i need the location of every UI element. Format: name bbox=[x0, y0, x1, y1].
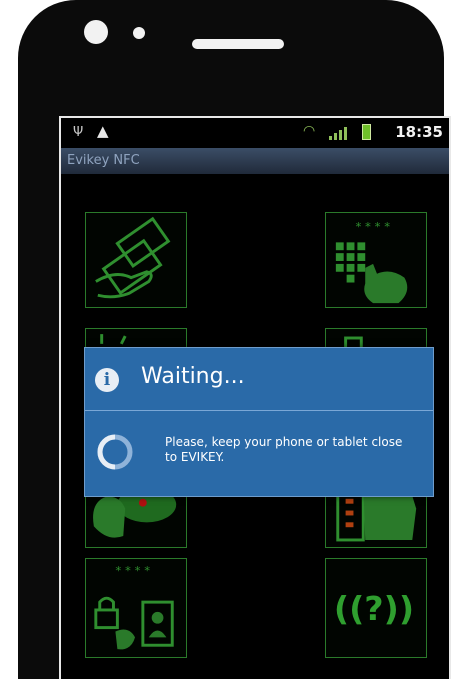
tile-keypad[interactable]: * * * * bbox=[325, 212, 427, 308]
phone-frame: Ψ ▲ ◠ 18:35 Evikey NFC * * * * * * * * (… bbox=[18, 0, 451, 679]
card-tap-icon bbox=[95, 216, 171, 299]
app-title: Evikey NFC bbox=[67, 153, 140, 168]
tile-user-access[interactable]: * * * * bbox=[85, 558, 187, 658]
tile-nfc-help[interactable]: ((?)) bbox=[325, 558, 427, 658]
keypad-icon: * * * * bbox=[335, 220, 408, 304]
dialog-header: i Waiting... bbox=[85, 348, 433, 411]
waiting-dialog: i Waiting... Please, keep your phone or … bbox=[84, 347, 434, 497]
svg-text:((?)): ((?)) bbox=[334, 589, 414, 628]
proximity-sensor bbox=[133, 27, 145, 39]
earpiece-speaker bbox=[192, 39, 284, 49]
dialog-message: Please, keep your phone or tablet close … bbox=[165, 435, 403, 464]
status-time: 18:35 bbox=[395, 123, 443, 141]
battery-icon bbox=[362, 124, 371, 140]
tile-card-tap[interactable] bbox=[85, 212, 187, 308]
info-icon: i bbox=[95, 368, 119, 392]
user-access-icon: * * * * bbox=[94, 564, 174, 650]
usb-icon: Ψ bbox=[73, 125, 84, 140]
nfc-help-icon: ((?)) bbox=[334, 589, 414, 628]
front-camera bbox=[84, 20, 108, 44]
status-bar: Ψ ▲ ◠ 18:35 bbox=[61, 118, 449, 148]
phone-screen: Ψ ▲ ◠ 18:35 Evikey NFC * * * * * * * * (… bbox=[59, 116, 451, 679]
svg-text:* * * *: * * * * bbox=[115, 564, 150, 578]
warning-icon: ▲ bbox=[97, 122, 109, 140]
loading-spinner-icon bbox=[97, 434, 133, 470]
svg-text:* * * *: * * * * bbox=[355, 220, 390, 234]
dialog-title: Waiting... bbox=[141, 364, 245, 389]
signal-icon bbox=[329, 126, 351, 140]
app-title-bar: Evikey NFC bbox=[61, 148, 449, 174]
wifi-icon: ◠ bbox=[303, 123, 316, 139]
